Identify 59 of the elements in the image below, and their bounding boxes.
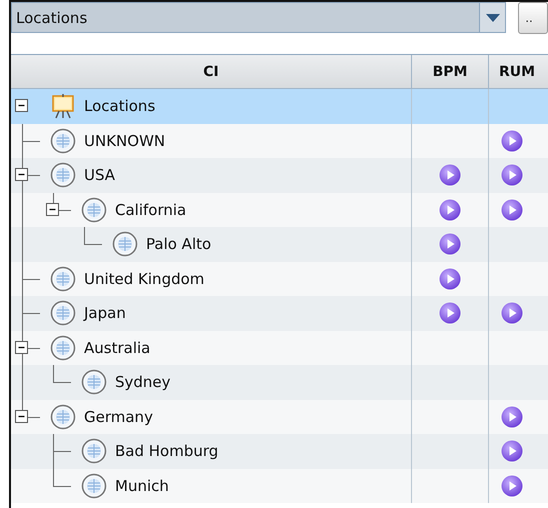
globe-icon <box>50 162 76 188</box>
globe-icon <box>50 128 76 154</box>
play-icon[interactable] <box>439 198 461 221</box>
collapse-icon[interactable] <box>15 168 28 182</box>
column-header[interactable]: BPM <box>412 55 489 89</box>
easel-icon <box>50 93 76 120</box>
tree-node-label: Australia <box>84 338 150 357</box>
play-icon[interactable] <box>501 198 523 221</box>
play-icon[interactable] <box>501 406 523 428</box>
play-icon[interactable] <box>439 268 461 290</box>
tree-row[interactable]: Germany <box>11 400 412 434</box>
dropdown-arrow-icon <box>486 14 500 22</box>
tree-row[interactable]: Bad Homburg <box>11 434 412 468</box>
collapse-icon[interactable] <box>15 99 28 112</box>
tree-node-label: USA <box>84 166 116 184</box>
browse-button[interactable]: .. <box>518 2 548 34</box>
tree-row[interactable]: United Kingdom <box>11 262 412 296</box>
tree-node-label: UNKNOWN <box>84 132 166 150</box>
play-icon[interactable] <box>501 130 523 152</box>
location-dropdown[interactable]: Locations <box>11 2 506 33</box>
play-icon[interactable] <box>439 233 461 256</box>
tree-row[interactable]: USA <box>11 158 412 192</box>
column-header[interactable]: CI <box>11 55 412 89</box>
play-icon[interactable] <box>439 302 461 324</box>
tree-node-label: Sydney <box>115 373 171 392</box>
collapse-icon[interactable] <box>15 410 28 423</box>
tree-node-label: Bad Homburg <box>115 442 218 460</box>
collapse-icon[interactable] <box>15 340 28 354</box>
play-icon[interactable] <box>501 440 523 462</box>
tree-node-label: Locations <box>84 97 156 116</box>
tree-row[interactable]: Japan <box>11 296 412 330</box>
tree-node-label: Japan <box>84 304 126 322</box>
tree-row[interactable]: UNKNOWN <box>11 124 412 158</box>
globe-icon <box>112 231 138 258</box>
tree-node-label: California <box>115 200 186 219</box>
globe-icon <box>81 196 107 223</box>
column-header[interactable]: RUM <box>489 55 548 89</box>
tree-node-label: Palo Alto <box>146 235 212 254</box>
globe-icon <box>50 334 76 361</box>
globe-icon <box>81 472 107 499</box>
play-icon[interactable] <box>501 302 523 324</box>
tree-row[interactable]: Australia <box>11 330 412 365</box>
globe-icon <box>81 369 107 396</box>
tree-row[interactable]: Sydney <box>11 365 412 400</box>
tree-row[interactable]: California <box>11 192 412 227</box>
tree-node-label: United Kingdom <box>84 270 204 288</box>
tree-row[interactable]: Munich <box>11 468 412 503</box>
play-icon[interactable] <box>501 474 523 497</box>
globe-icon <box>81 438 107 464</box>
tree-node-label: Munich <box>115 476 169 495</box>
globe-icon <box>50 266 76 292</box>
play-icon[interactable] <box>439 164 461 186</box>
globe-icon <box>50 300 76 326</box>
collapse-icon[interactable] <box>46 202 59 216</box>
tree-node-label: Germany <box>84 408 153 426</box>
globe-icon <box>50 404 76 430</box>
tree-row[interactable]: Locations <box>11 89 412 124</box>
play-icon[interactable] <box>501 164 523 186</box>
tree-row[interactable]: Palo Alto <box>11 227 412 262</box>
